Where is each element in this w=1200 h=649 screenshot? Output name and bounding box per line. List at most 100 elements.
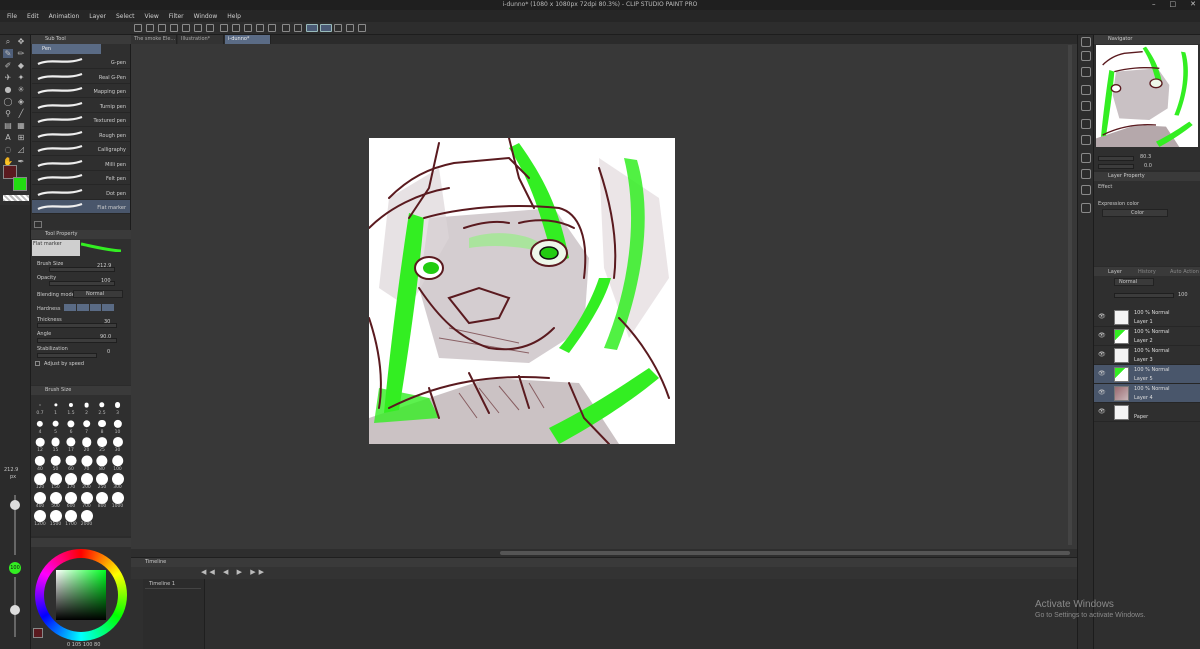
- brush-size-preset[interactable]: 300: [111, 472, 125, 490]
- open-icon[interactable]: [146, 24, 154, 32]
- brush-item[interactable]: Dot pen: [32, 186, 130, 200]
- brush-size-preset[interactable]: 100: [111, 454, 125, 472]
- brush-size-preset[interactable]: 50: [49, 454, 63, 472]
- brush-size-preset[interactable]: 5: [49, 417, 63, 435]
- tab-i-dunno[interactable]: i-dunno*: [225, 35, 271, 44]
- balloon-tool-icon[interactable]: ◌: [3, 145, 13, 154]
- visibility-eye-icon[interactable]: 👁: [1098, 408, 1106, 415]
- navigator-preview[interactable]: [1096, 45, 1198, 147]
- pen-tool-icon[interactable]: ✎: [3, 49, 13, 58]
- blending-mode-select[interactable]: Normal: [73, 290, 123, 298]
- brush-size-preset[interactable]: 1000: [111, 491, 125, 509]
- brush-size-preset[interactable]: 200: [80, 472, 94, 490]
- tab-history[interactable]: History: [1138, 269, 1156, 275]
- layer-opacity-slider[interactable]: [1114, 293, 1174, 298]
- snap-grid-icon[interactable]: [334, 24, 342, 32]
- minimize-button[interactable]: –: [1152, 0, 1156, 8]
- brush-size-preset[interactable]: 2.5: [95, 398, 109, 416]
- timeline-track-name[interactable]: Timeline 1: [145, 581, 201, 589]
- brush-size-preset[interactable]: 15: [49, 435, 63, 453]
- brush-size-preset[interactable]: 25: [95, 435, 109, 453]
- settings-icon[interactable]: [358, 24, 366, 32]
- angle-value[interactable]: 90.0: [100, 334, 111, 340]
- brush-size-preset[interactable]: 700: [80, 491, 94, 509]
- layer-row[interactable]: 👁 100 % Normal Layer 5: [1094, 365, 1200, 384]
- navigator-zoom-slider[interactable]: [1098, 156, 1134, 161]
- close-button[interactable]: ✕: [1190, 0, 1196, 8]
- material-6-icon[interactable]: [1081, 153, 1091, 163]
- snap-ruler-icon[interactable]: [306, 24, 318, 32]
- material-icon[interactable]: [1081, 67, 1091, 77]
- tab-auto-action[interactable]: Auto Action: [1170, 269, 1199, 275]
- fill-icon[interactable]: [268, 24, 276, 32]
- brush-size-preset[interactable]: 7: [80, 417, 94, 435]
- menu-help[interactable]: Help: [227, 13, 241, 20]
- brush-item[interactable]: Turnip pen: [32, 99, 130, 113]
- material-5-icon[interactable]: [1081, 135, 1091, 145]
- color-saturation-square[interactable]: [56, 570, 106, 620]
- size-slider-thumb[interactable]: [10, 500, 20, 510]
- snap-special-ruler-icon[interactable]: [320, 24, 332, 32]
- canvas-vertical-scrollbar[interactable]: [1068, 45, 1072, 545]
- brush-size-preset[interactable]: 60: [64, 454, 78, 472]
- eraser-tool-icon[interactable]: ◆: [16, 61, 26, 70]
- layer-row[interactable]: 👁 100 % Normal Layer 3: [1094, 346, 1200, 365]
- material-7-icon[interactable]: [1081, 169, 1091, 179]
- brush-size-preset[interactable]: 3: [111, 398, 125, 416]
- brush-size-preset[interactable]: 6: [64, 417, 78, 435]
- tab-layer[interactable]: Layer: [1108, 269, 1122, 275]
- menu-filter[interactable]: Filter: [169, 13, 184, 20]
- brush-size-preset[interactable]: 80: [95, 454, 109, 472]
- menu-edit[interactable]: Edit: [27, 13, 39, 20]
- line-tool-icon[interactable]: ╱: [16, 109, 26, 118]
- save-icon[interactable]: [158, 24, 166, 32]
- adjust-speed-checkbox[interactable]: [35, 361, 40, 366]
- visibility-eye-icon[interactable]: 👁: [1098, 351, 1106, 358]
- tab-illustration[interactable]: Illustration*: [178, 35, 224, 44]
- layer-row[interactable]: 👁 Paper: [1094, 403, 1200, 422]
- artwork-canvas[interactable]: [369, 138, 675, 444]
- visibility-eye-icon[interactable]: 👁: [1098, 332, 1106, 339]
- navigator-zoom-value[interactable]: 80.3: [1140, 154, 1151, 160]
- brush-item[interactable]: Real G-Pen: [32, 70, 130, 84]
- menu-file[interactable]: File: [7, 13, 17, 20]
- layer-opacity-value[interactable]: 100: [1178, 292, 1188, 298]
- stabilization-slider[interactable]: [37, 353, 97, 358]
- smartphone-icon[interactable]: [346, 24, 354, 32]
- layer-row[interactable]: 👁 100 % Normal Layer 4: [1094, 384, 1200, 403]
- brush-size-preset[interactable]: 150: [49, 472, 63, 490]
- brush-size-preset[interactable]: 600: [64, 491, 78, 509]
- paste-icon[interactable]: [244, 24, 252, 32]
- brush-item[interactable]: Felt pen: [32, 171, 130, 185]
- clear-icon[interactable]: [256, 24, 264, 32]
- brush-size-preset[interactable]: 0.7: [33, 398, 47, 416]
- eyedropper-tool-icon[interactable]: ✒: [16, 157, 26, 166]
- brush-item[interactable]: G-pen: [32, 55, 130, 69]
- text-tool-icon[interactable]: A: [3, 133, 13, 142]
- copy-icon[interactable]: [232, 24, 240, 32]
- pencil-tool-icon[interactable]: ✏: [16, 49, 26, 58]
- brush-size-preset[interactable]: 70: [80, 454, 94, 472]
- brush-size-preset[interactable]: 1: [49, 398, 63, 416]
- visibility-eye-icon[interactable]: 👁: [1098, 370, 1106, 377]
- brush-size-preset[interactable]: 10: [111, 417, 125, 435]
- invert-selection-icon[interactable]: [294, 24, 302, 32]
- lasso-tool-icon[interactable]: ◯: [3, 97, 13, 106]
- blend-tool-icon[interactable]: ●: [3, 85, 13, 94]
- brush-size-preset[interactable]: 12: [33, 435, 47, 453]
- brush-size-preset[interactable]: 4: [33, 417, 47, 435]
- material-9-icon[interactable]: [1081, 203, 1091, 213]
- navigator-angle-value[interactable]: 0.0: [1144, 163, 1152, 169]
- layer-blend-mode-select[interactable]: Normal: [1114, 278, 1154, 286]
- brush-size-preset[interactable]: 1700: [64, 509, 78, 527]
- export-icon[interactable]: [170, 24, 178, 32]
- maximize-button[interactable]: □: [1170, 0, 1177, 8]
- redo-icon[interactable]: [206, 24, 214, 32]
- thickness-value[interactable]: 30: [104, 319, 110, 325]
- brush-size-preset[interactable]: 170: [64, 472, 78, 490]
- brush-size-preset[interactable]: 30: [111, 435, 125, 453]
- sub-view-icon[interactable]: [1081, 51, 1091, 61]
- deselect-icon[interactable]: [282, 24, 290, 32]
- brush-size-preset[interactable]: 17: [64, 435, 78, 453]
- move-tool-icon[interactable]: ✥: [16, 37, 26, 46]
